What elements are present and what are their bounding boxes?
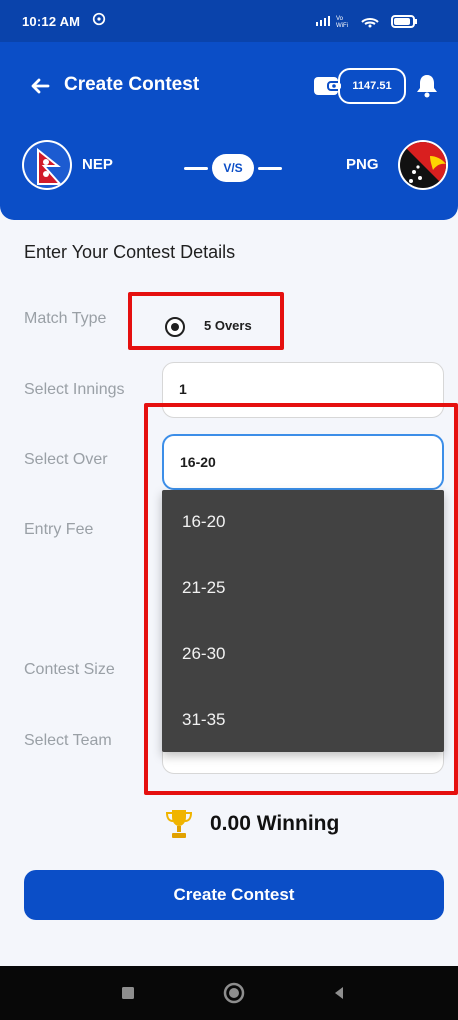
svg-text:WiFi: WiFi	[336, 23, 348, 29]
nepal-flag-icon	[22, 140, 72, 190]
select-team-label: Select Team	[24, 732, 112, 749]
nepal-flag-graphic	[24, 142, 70, 188]
five-overs-radio[interactable]	[165, 317, 185, 337]
status-icons: Vo WiFi	[316, 15, 417, 29]
vs-right-line	[258, 167, 282, 170]
gear-icon	[92, 12, 106, 26]
page-title: Create Contest	[64, 74, 200, 95]
papua-new-guinea-flag-icon	[398, 140, 448, 190]
home-icon[interactable]	[221, 980, 247, 1006]
winning-amount: 0.00 Winning	[210, 812, 340, 835]
recent-apps-icon[interactable]	[115, 980, 141, 1006]
vs-badge: V/S	[184, 154, 282, 182]
back-arrow-icon[interactable]	[28, 74, 52, 98]
png-flag-graphic	[400, 142, 446, 188]
app-bar: Create Contest 1147.51	[0, 58, 458, 114]
svg-text:Vo: Vo	[336, 16, 344, 22]
header-panel: 10:12 AM Vo WiFi Create Contest 1147.51 …	[0, 0, 458, 220]
bell-icon[interactable]	[414, 72, 440, 100]
dropdown-highlight	[144, 403, 458, 795]
screen: 10:12 AM Vo WiFi Create Contest 1147.51 …	[0, 0, 458, 1020]
trophy-icon	[165, 810, 193, 838]
create-contest-button[interactable]: Create Contest	[24, 870, 444, 920]
vs-text: V/S	[212, 154, 254, 182]
wallet-balance: 1147.51	[338, 68, 406, 104]
team-left-name: NEP	[82, 156, 113, 173]
status-time: 10:12 AM	[22, 14, 81, 29]
select-over-label: Select Over	[24, 451, 108, 468]
five-overs-label[interactable]: 5 Overs	[204, 318, 252, 333]
select-innings-label: Select Innings	[24, 381, 125, 398]
status-bar: 10:12 AM Vo WiFi	[0, 0, 458, 42]
entry-fee-label: Entry Fee	[24, 521, 94, 538]
winning-summary: 0.00 Winning	[164, 806, 384, 846]
match-type-label: Match Type	[24, 310, 107, 327]
vs-left-line	[184, 167, 208, 170]
nav-back-icon[interactable]	[326, 980, 352, 1006]
match-row: NEP V/S PNG	[0, 138, 458, 198]
team-right-name: PNG	[346, 156, 379, 173]
match-type-highlight: 5 Overs	[128, 292, 284, 350]
wallet-button[interactable]: 1147.51	[312, 64, 408, 108]
section-title: Enter Your Contest Details	[24, 242, 236, 262]
contest-size-label: Contest Size	[24, 661, 115, 678]
system-nav-bar	[0, 966, 458, 1020]
